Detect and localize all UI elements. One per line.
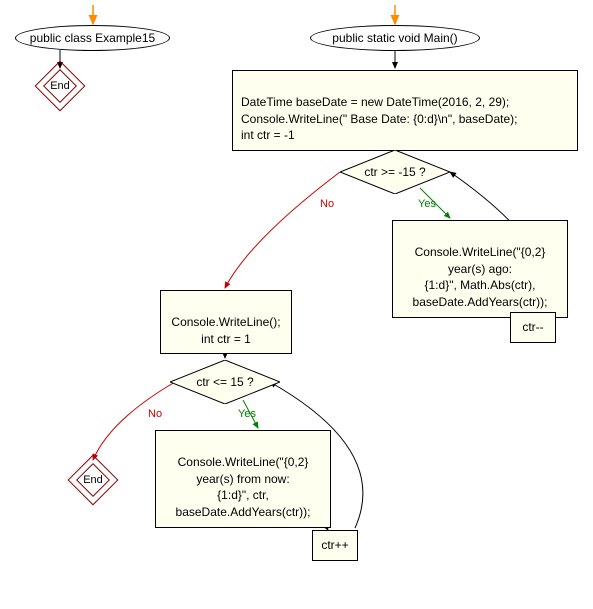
cond2-yes-label: Yes <box>238 408 256 420</box>
right-end-label: End <box>83 474 103 486</box>
cond2-text: ctr <= 15 ? <box>196 375 253 389</box>
main-method-label: public static void Main() <box>332 31 457 45</box>
right-end-node: End <box>75 462 111 498</box>
init-block-node: DateTime baseDate = new DateTime(2016, 2… <box>232 70 578 151</box>
main-method-node: public static void Main() <box>310 25 480 51</box>
class-declaration-node: public class Example15 <box>15 25 170 51</box>
loop2-step-text: ctr++ <box>321 538 348 552</box>
loop1-body-node: Console.WriteLine("{0,2} year(s) ago: {1… <box>392 220 568 318</box>
cond1-text: ctr >= -15 ? <box>364 165 425 179</box>
cond2-no-label: No <box>148 408 162 420</box>
loop2-step-node: ctr++ <box>312 530 358 561</box>
loop1-step-text: ctr-- <box>522 320 543 334</box>
class-declaration-label: public class Example15 <box>30 31 155 45</box>
mid-block-text: Console.WriteLine(); int ctr = 1 <box>171 315 280 346</box>
loop2-body-node: Console.WriteLine("{0,2} year(s) from no… <box>155 430 331 528</box>
loop1-body-text: Console.WriteLine("{0,2} year(s) ago: {1… <box>413 245 548 309</box>
left-end-node: End <box>42 68 78 104</box>
mid-block-node: Console.WriteLine(); int ctr = 1 <box>160 290 292 354</box>
left-end-label: End <box>50 80 70 92</box>
loop2-body-text: Console.WriteLine("{0,2} year(s) from no… <box>176 455 311 519</box>
cond1-node: ctr >= -15 ? <box>360 150 430 194</box>
cond2-node: ctr <= 15 ? <box>190 360 260 404</box>
init-block-text: DateTime baseDate = new DateTime(2016, 2… <box>241 95 517 143</box>
cond1-yes-label: Yes <box>418 198 436 210</box>
loop1-step-node: ctr-- <box>510 312 556 343</box>
cond1-no-label: No <box>320 198 334 210</box>
